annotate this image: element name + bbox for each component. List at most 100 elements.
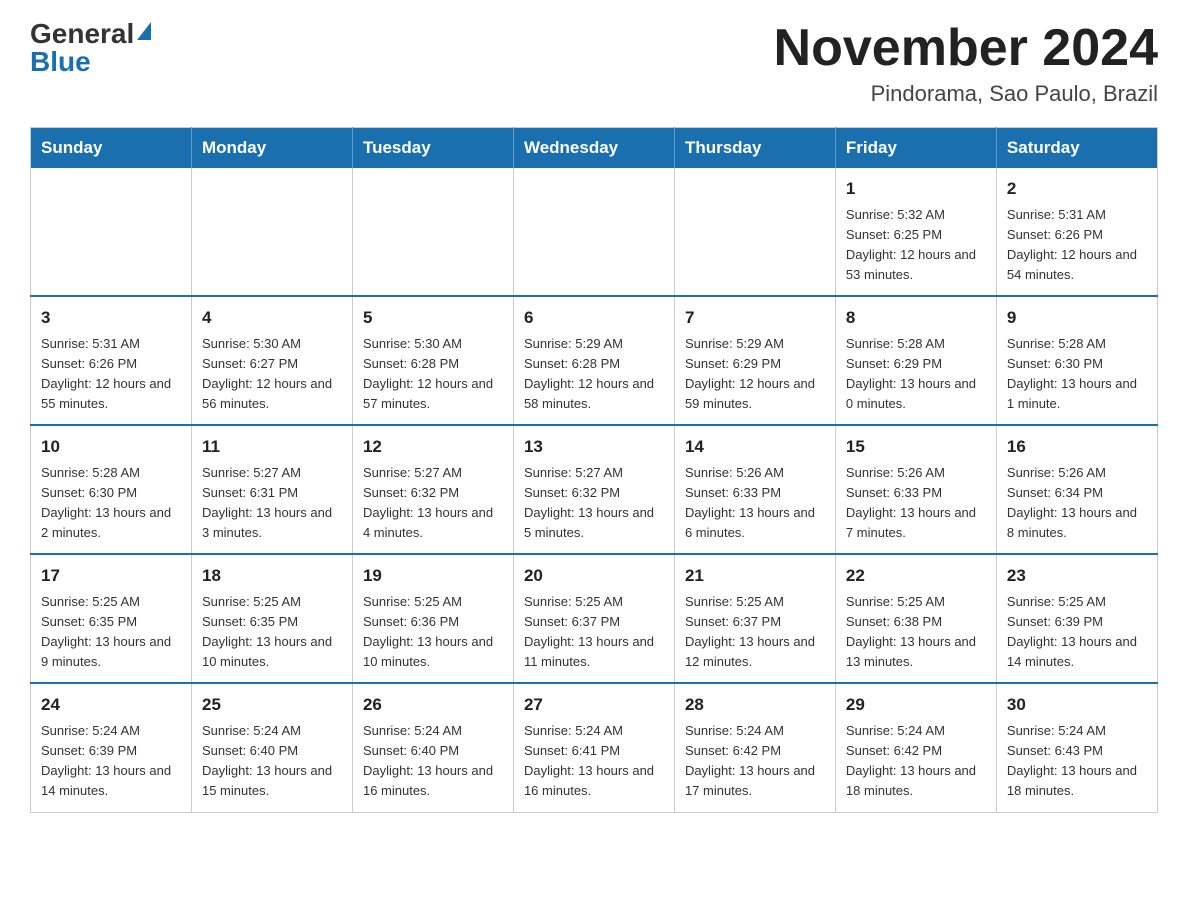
day-number: 22: [846, 563, 986, 589]
column-header-friday: Friday: [835, 128, 996, 169]
day-info: Sunrise: 5:25 AM Sunset: 6:39 PM Dayligh…: [1007, 592, 1147, 673]
day-info: Sunrise: 5:24 AM Sunset: 6:39 PM Dayligh…: [41, 721, 181, 802]
logo-general-text: General: [30, 20, 134, 48]
calendar-cell: 20Sunrise: 5:25 AM Sunset: 6:37 PM Dayli…: [513, 554, 674, 683]
day-number: 15: [846, 434, 986, 460]
day-info: Sunrise: 5:31 AM Sunset: 6:26 PM Dayligh…: [41, 334, 181, 415]
calendar-week-row: 17 Sunrise: 5:25 AM Sunset: 6:35 PM Dayli…: [31, 554, 1158, 683]
calendar-cell: 8 Sunrise: 5:28 AM Sunset: 6:29 PM Daylig…: [835, 296, 996, 425]
day-number: 6: [524, 305, 664, 331]
day-info: Sunrise: 5:26 AM Sunset: 6:34 PM Dayligh…: [1007, 463, 1147, 544]
day-number: 24: [41, 692, 181, 718]
calendar-week-row: 1 Sunrise: 5:32 AM Sunset: 6:25 PM Daylig…: [31, 168, 1158, 296]
day-info: Sunrise: 5:26 AM Sunset: 6:33 PM Dayligh…: [685, 463, 825, 544]
day-info: Sunrise: 5:28 AM Sunset: 6:29 PM Dayligh…: [846, 334, 986, 415]
calendar-cell: 9Sunrise: 5:28 AM Sunset: 6:30 PM Daylig…: [996, 296, 1157, 425]
day-info: Sunrise: 5:25 AM Sunset: 6:35 PM Dayligh…: [202, 592, 342, 673]
day-number: 10: [41, 434, 181, 460]
calendar-cell: [674, 168, 835, 296]
day-number: 30: [1007, 692, 1147, 718]
day-number: 28: [685, 692, 825, 718]
day-info: Sunrise: 5:30 AM Sunset: 6:27 PM Dayligh…: [202, 334, 342, 415]
logo-triangle-icon: [137, 22, 151, 40]
calendar-week-row: 24 Sunrise: 5:24 AM Sunset: 6:39 PM Dayli…: [31, 683, 1158, 812]
day-number: 21: [685, 563, 825, 589]
day-number: 29: [846, 692, 986, 718]
day-info: Sunrise: 5:25 AM Sunset: 6:36 PM Dayligh…: [363, 592, 503, 673]
calendar-cell: 6Sunrise: 5:29 AM Sunset: 6:28 PM Daylig…: [513, 296, 674, 425]
day-number: 17: [41, 563, 181, 589]
calendar-cell: [191, 168, 352, 296]
calendar-cell: 25 Sunrise: 5:24 AM Sunset: 6:40 PM Dayli…: [191, 683, 352, 812]
day-info: Sunrise: 5:25 AM Sunset: 6:37 PM Dayligh…: [685, 592, 825, 673]
logo: General Blue: [30, 20, 151, 76]
day-number: 7: [685, 305, 825, 331]
column-header-wednesday: Wednesday: [513, 128, 674, 169]
day-number: 18: [202, 563, 342, 589]
day-number: 20: [524, 563, 664, 589]
calendar-header-row: SundayMondayTuesdayWednesdayThursdayFrid…: [31, 128, 1158, 169]
calendar-cell: 29 Sunrise: 5:24 AM Sunset: 6:42 PM Dayli…: [835, 683, 996, 812]
calendar-cell: 18 Sunrise: 5:25 AM Sunset: 6:35 PM Dayli…: [191, 554, 352, 683]
day-number: 3: [41, 305, 181, 331]
day-info: Sunrise: 5:26 AM Sunset: 6:33 PM Dayligh…: [846, 463, 986, 544]
day-info: Sunrise: 5:27 AM Sunset: 6:31 PM Dayligh…: [202, 463, 342, 544]
day-number: 23: [1007, 563, 1147, 589]
day-number: 26: [363, 692, 503, 718]
day-info: Sunrise: 5:24 AM Sunset: 6:41 PM Dayligh…: [524, 721, 664, 802]
day-number: 4: [202, 305, 342, 331]
day-number: 25: [202, 692, 342, 718]
day-number: 27: [524, 692, 664, 718]
calendar-cell: 24 Sunrise: 5:24 AM Sunset: 6:39 PM Dayli…: [31, 683, 192, 812]
day-info: Sunrise: 5:24 AM Sunset: 6:40 PM Dayligh…: [363, 721, 503, 802]
day-info: Sunrise: 5:24 AM Sunset: 6:40 PM Dayligh…: [202, 721, 342, 802]
day-number: 16: [1007, 434, 1147, 460]
calendar-cell: 16 Sunrise: 5:26 AM Sunset: 6:34 PM Dayli…: [996, 425, 1157, 554]
calendar-cell: 5 Sunrise: 5:30 AM Sunset: 6:28 PM Daylig…: [352, 296, 513, 425]
calendar-cell: [513, 168, 674, 296]
calendar-cell: 15 Sunrise: 5:26 AM Sunset: 6:33 PM Dayli…: [835, 425, 996, 554]
logo-blue-text: Blue: [30, 48, 91, 76]
calendar-cell: [31, 168, 192, 296]
location-text: Pindorama, Sao Paulo, Brazil: [774, 81, 1158, 107]
day-info: Sunrise: 5:30 AM Sunset: 6:28 PM Dayligh…: [363, 334, 503, 415]
title-block: November 2024 Pindorama, Sao Paulo, Braz…: [774, 20, 1158, 107]
calendar-cell: 22 Sunrise: 5:25 AM Sunset: 6:38 PM Dayli…: [835, 554, 996, 683]
day-info: Sunrise: 5:24 AM Sunset: 6:42 PM Dayligh…: [685, 721, 825, 802]
day-number: 8: [846, 305, 986, 331]
day-info: Sunrise: 5:25 AM Sunset: 6:38 PM Dayligh…: [846, 592, 986, 673]
calendar-cell: 26 Sunrise: 5:24 AM Sunset: 6:40 PM Dayli…: [352, 683, 513, 812]
day-number: 9: [1007, 305, 1147, 331]
calendar-cell: 4 Sunrise: 5:30 AM Sunset: 6:27 PM Daylig…: [191, 296, 352, 425]
calendar-week-row: 3 Sunrise: 5:31 AM Sunset: 6:26 PM Daylig…: [31, 296, 1158, 425]
calendar-cell: 28 Sunrise: 5:24 AM Sunset: 6:42 PM Dayli…: [674, 683, 835, 812]
calendar-cell: 23 Sunrise: 5:25 AM Sunset: 6:39 PM Dayli…: [996, 554, 1157, 683]
day-info: Sunrise: 5:27 AM Sunset: 6:32 PM Dayligh…: [363, 463, 503, 544]
day-number: 1: [846, 176, 986, 202]
calendar-cell: 21 Sunrise: 5:25 AM Sunset: 6:37 PM Dayli…: [674, 554, 835, 683]
day-number: 2: [1007, 176, 1147, 202]
calendar-table: SundayMondayTuesdayWednesdayThursdayFrid…: [30, 127, 1158, 812]
column-header-sunday: Sunday: [31, 128, 192, 169]
day-number: 5: [363, 305, 503, 331]
calendar-cell: 2 Sunrise: 5:31 AM Sunset: 6:26 PM Daylig…: [996, 168, 1157, 296]
page-header: General Blue November 2024 Pindorama, Sa…: [30, 20, 1158, 107]
calendar-cell: 17Sunrise: 5:25 AM Sunset: 6:35 PM Dayli…: [31, 554, 192, 683]
day-number: 11: [202, 434, 342, 460]
day-info: Sunrise: 5:32 AM Sunset: 6:25 PM Dayligh…: [846, 205, 986, 286]
day-info: Sunrise: 5:28 AM Sunset: 6:30 PM Dayligh…: [41, 463, 181, 544]
day-info: Sunrise: 5:31 AM Sunset: 6:26 PM Dayligh…: [1007, 205, 1147, 286]
calendar-cell: 3 Sunrise: 5:31 AM Sunset: 6:26 PM Daylig…: [31, 296, 192, 425]
column-header-thursday: Thursday: [674, 128, 835, 169]
day-info: Sunrise: 5:24 AM Sunset: 6:43 PM Dayligh…: [1007, 721, 1147, 802]
day-number: 13: [524, 434, 664, 460]
calendar-cell: 7Sunrise: 5:29 AM Sunset: 6:29 PM Daylig…: [674, 296, 835, 425]
calendar-cell: 11 Sunrise: 5:27 AM Sunset: 6:31 PM Dayli…: [191, 425, 352, 554]
calendar-cell: [352, 168, 513, 296]
calendar-cell: 13Sunrise: 5:27 AM Sunset: 6:32 PM Dayli…: [513, 425, 674, 554]
column-header-saturday: Saturday: [996, 128, 1157, 169]
calendar-cell: 19Sunrise: 5:25 AM Sunset: 6:36 PM Dayli…: [352, 554, 513, 683]
day-info: Sunrise: 5:24 AM Sunset: 6:42 PM Dayligh…: [846, 721, 986, 802]
column-header-monday: Monday: [191, 128, 352, 169]
calendar-cell: 14Sunrise: 5:26 AM Sunset: 6:33 PM Dayli…: [674, 425, 835, 554]
